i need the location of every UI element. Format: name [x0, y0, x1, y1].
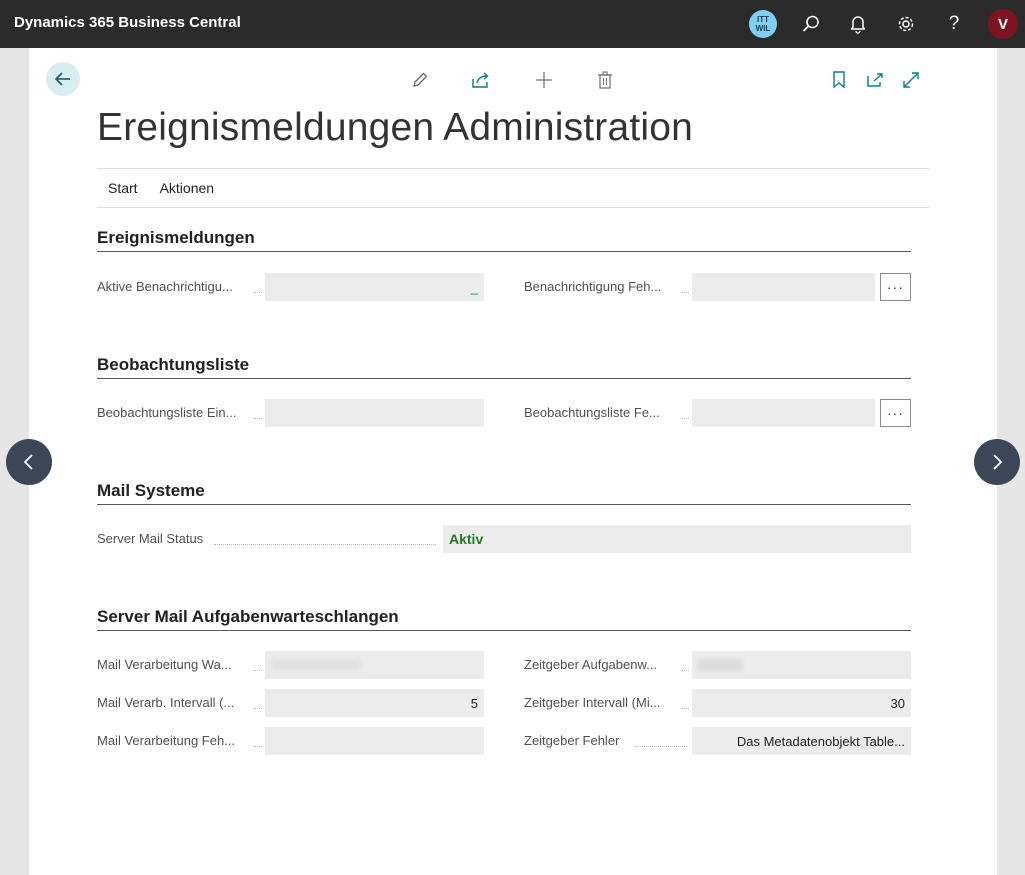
field-leader-dots	[681, 708, 689, 709]
field-leader-dots	[254, 746, 262, 747]
field-beobachtungsliste-ein[interactable]	[265, 399, 484, 427]
field-zeitgeber-aufgabenwarteschlange[interactable]	[692, 651, 911, 679]
share-button[interactable]	[469, 68, 493, 92]
gear-icon	[898, 16, 914, 32]
field-label-server-mail-status: Server Mail Status	[97, 531, 204, 546]
redacted-value	[698, 659, 742, 671]
menu-item-aktionen[interactable]: Aktionen	[149, 180, 225, 196]
field-label-mail-verarbeitung-warteschlange: Mail Verarbeitung Wa...	[97, 657, 232, 672]
lookup-button[interactable]: ···	[880, 399, 911, 427]
field-label-beobachtungsliste-ein: Beobachtungsliste Ein...	[97, 405, 237, 420]
help-button[interactable]: ?	[930, 0, 978, 48]
company-badge: ITT WIL	[749, 10, 777, 38]
field-leader-dots	[254, 418, 262, 419]
field-mail-verarbeitung-warteschlange[interactable]	[265, 651, 484, 679]
field-leader-dots	[254, 292, 262, 293]
field-zeitgeber-fehler[interactable]: Das Metadatenobjekt Table...	[692, 727, 911, 755]
bookmark-button[interactable]	[827, 68, 851, 92]
bell-icon	[850, 16, 866, 34]
lookup-button[interactable]: ···	[880, 273, 911, 301]
app-title[interactable]: Dynamics 365 Business Central	[14, 14, 241, 31]
top-bar: Dynamics 365 Business Central ITT WIL ? …	[0, 0, 1025, 48]
back-button[interactable]	[46, 62, 80, 96]
menu-item-start[interactable]: Start	[97, 180, 149, 196]
delete-icon	[598, 71, 612, 89]
field-zeitgeber-intervall[interactable]: 30	[692, 689, 911, 717]
next-record-button[interactable]	[974, 439, 1020, 485]
field-aktive-benachrichtigung[interactable]: _	[265, 273, 484, 301]
search-icon	[802, 15, 819, 32]
section-title-ereignismeldungen[interactable]: Ereignismeldungen	[97, 228, 255, 248]
field-label-aktive-benachrichtigung: Aktive Benachrichtigu...	[97, 279, 233, 294]
field-label-zeitgeber-aufgabenwarteschlange: Zeitgeber Aufgabenw...	[524, 657, 657, 672]
user-menu-button[interactable]: V	[979, 0, 1025, 48]
section-divider	[97, 504, 911, 505]
field-leader-dots	[254, 708, 262, 709]
page-panel: Ereignismeldungen Administration Start A…	[29, 48, 997, 875]
delete-button[interactable]	[593, 68, 617, 92]
field-beobachtungsliste-fehler[interactable]	[692, 399, 875, 427]
search-button[interactable]	[787, 0, 835, 48]
section-title-mail-systeme[interactable]: Mail Systeme	[97, 481, 205, 501]
field-label-zeitgeber-intervall: Zeitgeber Intervall (Mi...	[524, 695, 661, 710]
status-value: Aktiv	[449, 531, 484, 547]
notifications-button[interactable]	[834, 0, 882, 48]
field-leader-dots	[681, 292, 689, 293]
field-leader-dots	[635, 746, 687, 747]
redacted-value	[271, 660, 361, 670]
field-label-mail-verarbeitung-fehler: Mail Verarbeitung Feh...	[97, 733, 236, 748]
field-benachrichtigung-fehler[interactable]	[692, 273, 875, 301]
chevron-left-icon	[23, 454, 33, 470]
edit-icon	[413, 72, 428, 87]
bookmark-icon	[833, 71, 845, 89]
field-label-benachrichtigung-fehler: Benachrichtigung Feh...	[524, 279, 662, 294]
field-leader-dots	[681, 670, 689, 671]
company-badge-line1: ITT	[757, 15, 769, 24]
section-divider	[97, 630, 911, 631]
field-label-beobachtungsliste-fehler: Beobachtungsliste Fe...	[524, 405, 660, 420]
arrow-left-icon	[54, 72, 70, 86]
field-mail-verarbeitung-fehler[interactable]	[265, 727, 484, 755]
open-new-window-icon	[867, 73, 883, 87]
action-menu-bar: Start Aktionen	[97, 168, 929, 208]
chevron-right-icon	[993, 454, 1003, 470]
company-badge-line2: WIL	[755, 24, 771, 33]
expand-button[interactable]	[899, 68, 923, 92]
avatar: V	[988, 9, 1018, 39]
company-switcher-button[interactable]: ITT WIL	[739, 0, 787, 48]
field-mail-verarb-intervall[interactable]: 5	[265, 689, 484, 717]
section-divider	[97, 378, 911, 379]
page-title: Ereignismeldungen Administration	[97, 106, 694, 149]
help-icon: ?	[948, 13, 960, 34]
section-divider	[97, 251, 911, 252]
field-server-mail-status[interactable]: Aktiv	[443, 525, 911, 553]
field-label-zeitgeber-fehler: Zeitgeber Fehler	[524, 733, 620, 748]
add-button[interactable]	[532, 68, 556, 92]
settings-button[interactable]	[882, 0, 930, 48]
add-icon	[536, 72, 552, 88]
section-title-beobachtungsliste[interactable]: Beobachtungsliste	[97, 355, 249, 375]
edit-button[interactable]	[408, 68, 432, 92]
open-new-window-button[interactable]	[863, 68, 887, 92]
share-icon	[472, 72, 489, 88]
expand-icon	[903, 72, 919, 88]
field-leader-dots	[681, 418, 689, 419]
field-label-mail-verarb-intervall: Mail Verarb. Intervall (...	[97, 695, 235, 710]
section-title-server-mail-aufgabenwarteschlangen[interactable]: Server Mail Aufgabenwarteschlangen	[97, 607, 399, 627]
field-leader-dots	[214, 544, 436, 545]
previous-record-button[interactable]	[6, 439, 52, 485]
field-leader-dots	[254, 670, 262, 671]
